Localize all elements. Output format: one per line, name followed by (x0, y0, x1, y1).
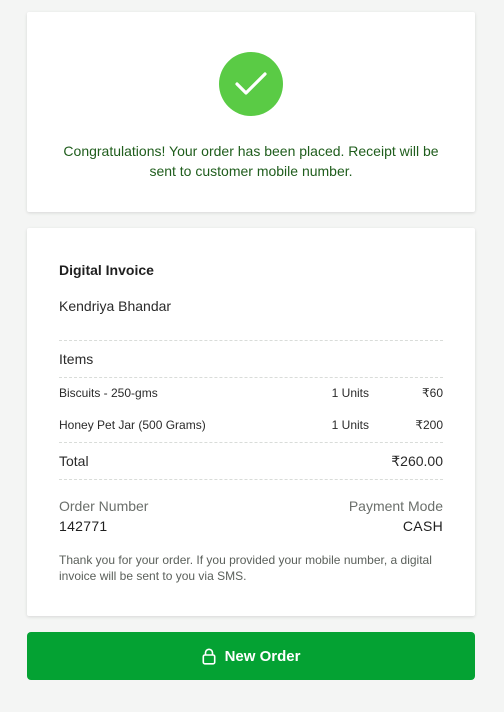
items-heading: Items (59, 351, 94, 367)
divider (59, 377, 443, 378)
new-order-button[interactable]: New Order (27, 632, 475, 680)
item-quantity: 1 Units (331, 418, 369, 432)
new-order-label: New Order (224, 647, 301, 665)
shop-name: Kendriya Bhandar (59, 298, 172, 314)
check-icon (219, 52, 283, 116)
list-item: Honey Pet Jar (500 Grams) 1 Units ₹200 (59, 418, 443, 438)
invoice-title: Digital Invoice (59, 262, 154, 278)
item-quantity: 1 Units (331, 386, 369, 400)
item-price: ₹60 (422, 386, 443, 400)
digital-invoice-card: Digital Invoice Kendriya Bhandar Items B… (27, 228, 475, 616)
order-success-card: Congratulations! Your order has been pla… (27, 12, 475, 212)
divider (59, 479, 443, 480)
invoice-footnote: Thank you for your order. If you provide… (59, 553, 432, 583)
lock-icon (202, 648, 216, 665)
divider (59, 340, 443, 341)
payment-mode-label: Payment Mode (348, 498, 443, 514)
payment-mode: CASH (402, 518, 443, 534)
item-price: ₹200 (415, 418, 443, 432)
order-number: 142771 (59, 518, 108, 534)
item-name: Biscuits - 250-gms (59, 386, 158, 400)
total-value: ₹260.00 (391, 453, 443, 469)
order-number-label: Order Number (59, 498, 149, 514)
item-name: Honey Pet Jar (500 Grams) (59, 418, 206, 432)
divider (59, 442, 443, 443)
success-message: Congratulations! Your order has been pla… (63, 143, 439, 179)
list-item: Biscuits - 250-gms 1 Units ₹60 (59, 386, 443, 406)
total-label: Total (59, 453, 89, 469)
